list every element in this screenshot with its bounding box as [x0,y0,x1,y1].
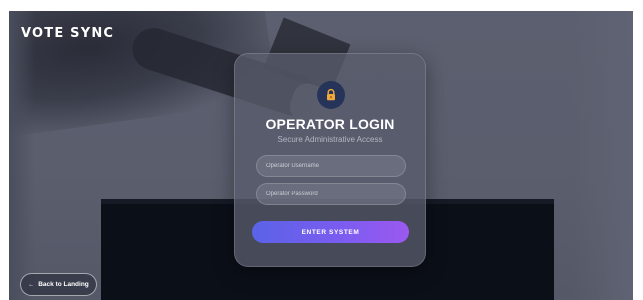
login-card: OPERATOR LOGIN Secure Administrative Acc… [234,53,426,267]
enter-system-button[interactable]: ENTER SYSTEM [252,221,409,243]
back-to-landing-label: Back to Landing [38,281,89,288]
arrow-left-icon: ← [28,281,35,288]
password-field[interactable] [256,183,406,205]
back-to-landing-button[interactable]: ← Back to Landing [20,273,97,296]
page-title: OPERATOR LOGIN [265,116,395,132]
login-screen: VOTE SYNC OPERATOR LOGIN Secure Administ… [9,11,633,300]
lock-icon [317,81,345,109]
username-field[interactable] [256,155,406,177]
page-subtitle: Secure Administrative Access [277,135,383,144]
brand-logo: VOTE SYNC [21,26,115,41]
